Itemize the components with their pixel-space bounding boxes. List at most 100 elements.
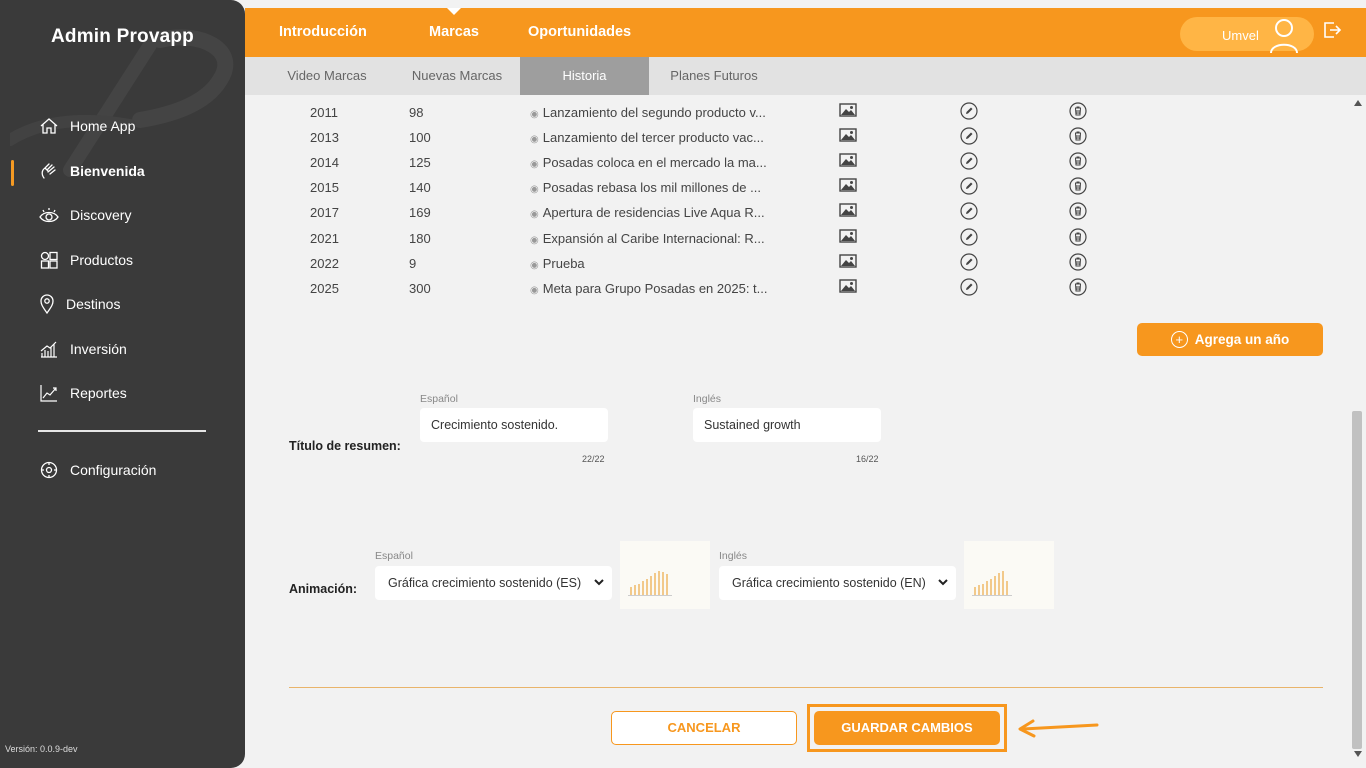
image-icon[interactable] — [839, 278, 857, 296]
row-year: 2022 — [310, 255, 339, 271]
sidebar-item-bienvenida[interactable]: Bienvenida — [38, 159, 145, 183]
image-icon[interactable] — [839, 253, 857, 271]
row-description: Meta para Grupo Posadas en 2025: t... — [530, 281, 770, 296]
animation-en-label: Inglés — [719, 550, 748, 562]
sidebar-item-configuracion[interactable]: Configuración — [38, 458, 156, 482]
gear-icon — [38, 459, 60, 481]
chevron-down-icon — [938, 579, 948, 586]
row-year: 2025 — [310, 280, 339, 296]
edit-icon[interactable] — [960, 252, 978, 274]
sidebar-divider — [38, 430, 206, 432]
row-description: Apertura de residencias Live Aqua R... — [530, 205, 770, 220]
subtab-nuevas-marcas[interactable]: Nuevas Marcas — [398, 57, 516, 95]
subtab-historia[interactable]: Historia — [520, 57, 649, 95]
edit-icon[interactable] — [960, 202, 978, 223]
waving-hand-icon — [38, 160, 60, 182]
subtab-video-marcas[interactable]: Video Marcas — [275, 57, 379, 95]
table-row: 2022 9 Prueba — [245, 249, 1350, 274]
row-description: Lanzamiento del segundo producto v... — [530, 105, 770, 120]
sidebar-item-inversion[interactable]: Inversión — [38, 337, 127, 361]
image-icon[interactable] — [839, 203, 857, 220]
scroll-down-icon[interactable] — [1354, 751, 1362, 757]
row-value: 300 — [409, 280, 431, 296]
actions-divider — [289, 687, 1323, 688]
delete-icon[interactable] — [1069, 202, 1087, 223]
image-icon[interactable] — [839, 178, 857, 195]
edit-icon[interactable] — [960, 177, 978, 198]
save-changes-button[interactable]: GUARDAR CAMBIOS — [814, 711, 1000, 745]
table-row: 2015 140 Posadas rebasa los mil millones d… — [245, 173, 1350, 198]
table-row: 2011 98 Lanzamiento del segundo producto v… — [245, 98, 1350, 123]
logout-icon[interactable] — [1322, 20, 1342, 40]
table-row: 2014 125 Posadas coloca en el mercado la m… — [245, 148, 1350, 173]
row-description: Expansión al Caribe Internacional: R... — [530, 231, 770, 246]
delete-icon[interactable] — [1069, 127, 1087, 148]
summary-es-input[interactable] — [420, 408, 608, 442]
delete-icon[interactable] — [1069, 227, 1087, 249]
row-value: 125 — [409, 155, 431, 171]
summary-es-counter: 22/22 — [582, 454, 605, 464]
edit-icon[interactable] — [960, 278, 978, 299]
row-value: 180 — [409, 230, 431, 246]
user-menu[interactable]: Umvel — [1180, 17, 1314, 53]
animation-es-preview — [620, 541, 710, 609]
pointer-arrow-icon — [1018, 719, 1099, 738]
edit-icon[interactable] — [960, 227, 978, 249]
sidebar-item-discovery[interactable]: Discovery — [38, 203, 131, 227]
scrollbar-thumb[interactable] — [1352, 411, 1362, 749]
line-chart-icon — [38, 382, 60, 404]
edit-icon[interactable] — [960, 127, 978, 148]
animation-es-value: Gráfica crecimiento sostenido (ES) — [388, 576, 582, 590]
tab-marcas[interactable]: Marcas — [429, 8, 479, 40]
sidebar-item-productos[interactable]: Productos — [38, 248, 133, 272]
main-content: 2011 98 Lanzamiento del segundo producto v… — [245, 95, 1350, 768]
row-value: 100 — [409, 130, 431, 146]
edit-icon[interactable] — [960, 152, 978, 173]
summary-en-input[interactable] — [693, 408, 881, 442]
bar-chart-icon — [38, 338, 60, 360]
subtab-planes-futuros[interactable]: Planes Futuros — [654, 57, 774, 95]
summary-en-label: Inglés — [693, 393, 722, 405]
tab-introduccion[interactable]: Introducción — [279, 24, 367, 40]
summary-en-counter: 16/22 — [856, 454, 879, 464]
image-icon[interactable] — [839, 103, 857, 120]
delete-icon[interactable] — [1069, 252, 1087, 274]
home-icon — [38, 115, 60, 137]
row-description: Lanzamiento del tercer producto vac... — [530, 130, 770, 145]
summary-title-label: Título de resumen: — [289, 439, 401, 453]
sidebar-item-home-app[interactable]: Home App — [38, 114, 135, 138]
chart-thumbnail-icon — [628, 571, 672, 596]
delete-icon[interactable] — [1069, 102, 1087, 123]
animation-en-select[interactable]: Gráfica crecimiento sostenido (EN) — [719, 566, 956, 600]
row-year: 2015 — [310, 180, 339, 196]
animation-es-select[interactable]: Gráfica crecimiento sostenido (ES) — [375, 566, 612, 600]
delete-icon[interactable] — [1069, 278, 1087, 299]
image-icon[interactable] — [839, 128, 857, 145]
image-icon[interactable] — [839, 228, 857, 246]
scroll-up-icon[interactable] — [1354, 100, 1362, 106]
sidebar-item-reportes[interactable]: Reportes — [38, 381, 127, 405]
table-row: 2021 180 Expansión al Caribe Internacional… — [245, 224, 1350, 249]
row-value: 98 — [409, 105, 424, 120]
add-year-button[interactable]: + Agrega un año — [1137, 323, 1323, 356]
cancel-button[interactable]: CANCELAR — [611, 711, 797, 745]
delete-icon[interactable] — [1069, 152, 1087, 173]
image-icon[interactable] — [839, 153, 857, 170]
row-value: 140 — [409, 180, 431, 196]
grid-icon — [38, 249, 60, 271]
edit-icon[interactable] — [960, 102, 978, 123]
sidebar-item-label: Reportes — [70, 385, 127, 401]
animation-en-preview — [964, 541, 1054, 609]
sidebar-item-label: Destinos — [66, 296, 121, 312]
tab-oportunidades[interactable]: Oportunidades — [528, 24, 631, 40]
table-row: 2013 100 Lanzamiento del tercer producto v… — [245, 123, 1350, 148]
app-root: Admin Provapp Home App Bienvenida Discov… — [0, 0, 1366, 768]
eye-icon — [38, 204, 60, 226]
delete-icon[interactable] — [1069, 177, 1087, 198]
app-title: Admin Provapp — [50, 26, 194, 47]
user-name: Umvel — [1222, 28, 1259, 43]
vertical-scrollbar[interactable] — [1350, 95, 1366, 768]
row-description: Prueba — [530, 256, 770, 271]
sidebar-item-destinos[interactable]: Destinos — [38, 292, 120, 316]
version-label: Versión: 0.0.9-dev — [5, 744, 78, 754]
